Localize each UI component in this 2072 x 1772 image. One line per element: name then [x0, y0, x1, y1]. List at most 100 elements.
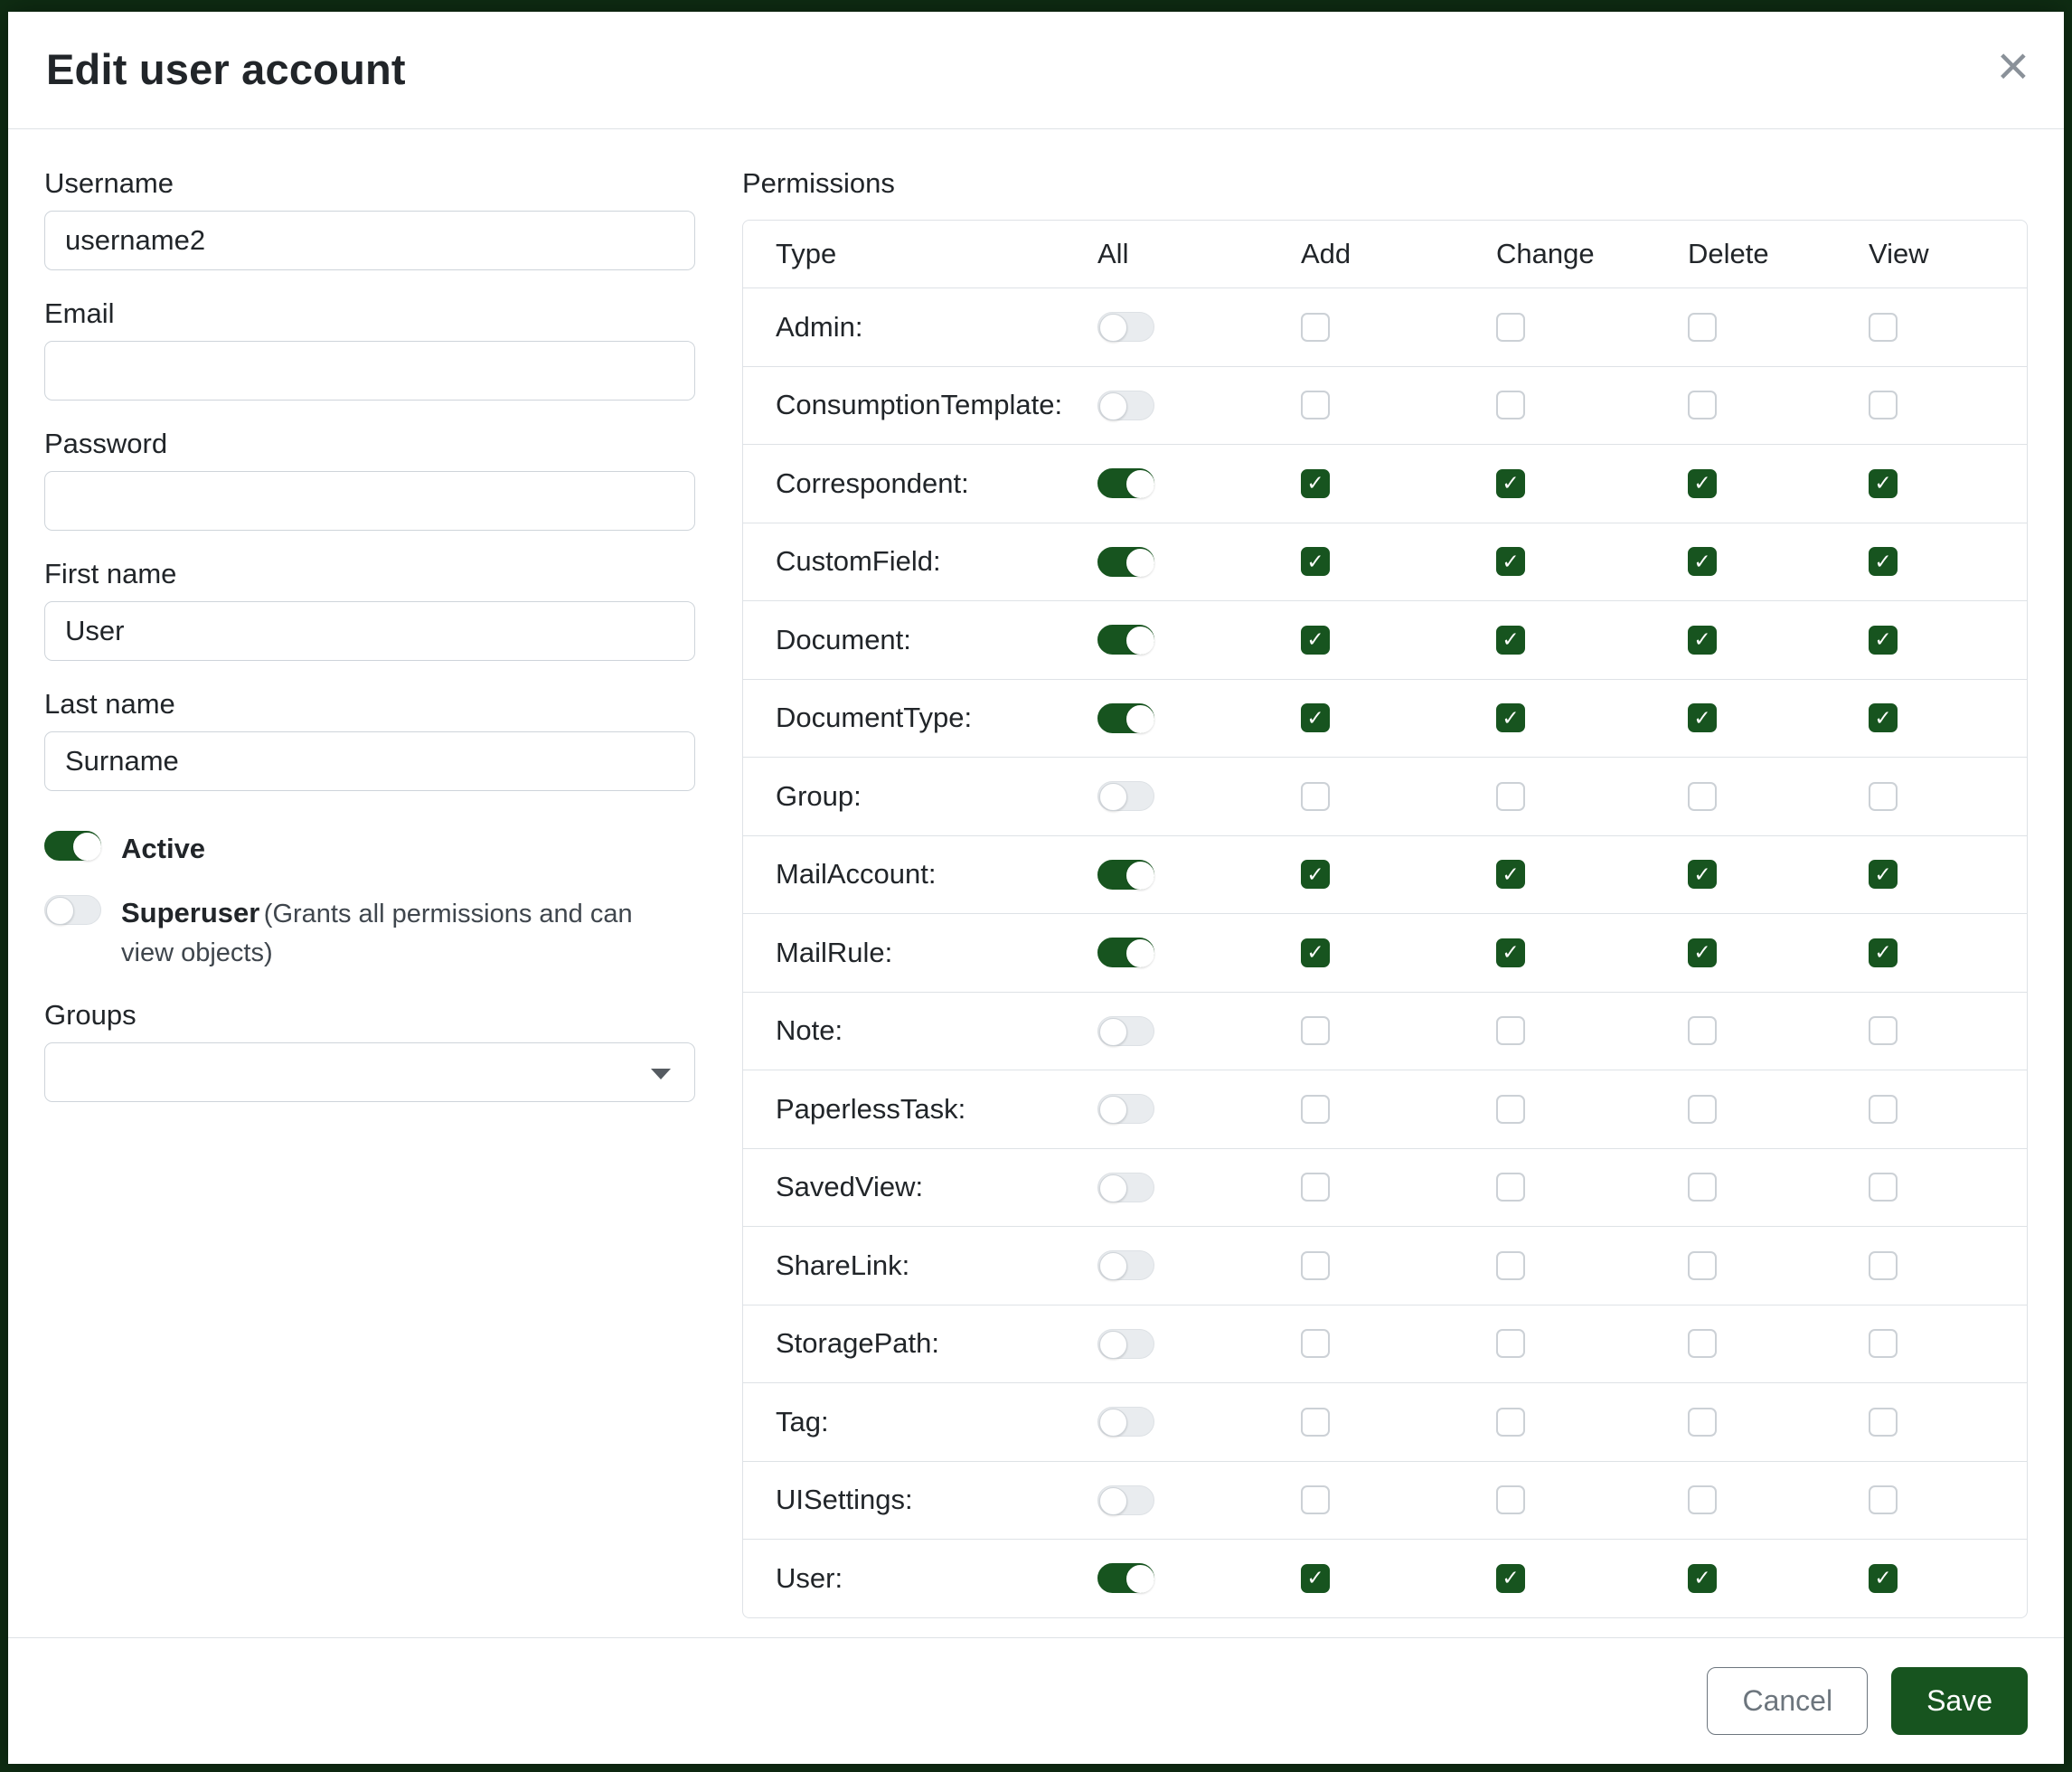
cancel-button[interactable]: Cancel	[1707, 1667, 1868, 1735]
permission-delete-checkbox[interactable]	[1688, 782, 1717, 811]
permission-delete-checkbox[interactable]	[1688, 1408, 1717, 1437]
permission-change-checkbox[interactable]	[1496, 1095, 1525, 1124]
permission-change-checkbox[interactable]: ✓	[1496, 860, 1525, 889]
permission-all-toggle[interactable]	[1097, 1407, 1154, 1437]
modal-title: Edit user account	[46, 44, 2026, 94]
permission-add-checkbox[interactable]: ✓	[1301, 938, 1330, 967]
permission-delete-checkbox[interactable]: ✓	[1688, 703, 1717, 732]
permission-change-checkbox[interactable]: ✓	[1496, 938, 1525, 967]
permission-view-checkbox[interactable]: ✓	[1869, 860, 1898, 889]
permission-add-checkbox[interactable]	[1301, 1016, 1330, 1045]
permission-all-toggle[interactable]	[1097, 312, 1154, 342]
permission-add-checkbox[interactable]	[1301, 1095, 1330, 1124]
permission-add-checkbox[interactable]	[1301, 782, 1330, 811]
permission-view-checkbox[interactable]: ✓	[1869, 547, 1898, 576]
permission-change-checkbox[interactable]: ✓	[1496, 547, 1525, 576]
permission-delete-checkbox[interactable]: ✓	[1688, 626, 1717, 655]
permission-all-toggle[interactable]	[1097, 703, 1154, 733]
permission-add-checkbox[interactable]: ✓	[1301, 626, 1330, 655]
permission-view-checkbox[interactable]	[1869, 1095, 1898, 1124]
permission-change-checkbox[interactable]: ✓	[1496, 469, 1525, 498]
permission-add-checkbox[interactable]	[1301, 1173, 1330, 1202]
superuser-toggle[interactable]	[44, 895, 101, 925]
permission-change-checkbox[interactable]	[1496, 1485, 1525, 1514]
email-input[interactable]	[44, 341, 695, 401]
permission-add-checkbox[interactable]	[1301, 391, 1330, 419]
permission-all-toggle[interactable]	[1097, 1016, 1154, 1046]
permission-all-toggle[interactable]	[1097, 1094, 1154, 1124]
first-name-input[interactable]	[44, 601, 695, 661]
permission-view-checkbox[interactable]	[1869, 782, 1898, 811]
permission-all-toggle[interactable]	[1097, 1173, 1154, 1202]
permission-add-checkbox[interactable]: ✓	[1301, 469, 1330, 498]
permission-delete-checkbox[interactable]: ✓	[1688, 1564, 1717, 1593]
permission-view-checkbox[interactable]: ✓	[1869, 626, 1898, 655]
permission-all-toggle[interactable]	[1097, 391, 1154, 420]
permission-all-toggle[interactable]	[1097, 860, 1154, 890]
permission-delete-checkbox[interactable]	[1688, 1173, 1717, 1202]
permission-add-checkbox[interactable]	[1301, 1329, 1330, 1358]
permission-add-checkbox[interactable]: ✓	[1301, 547, 1330, 576]
permission-add-checkbox[interactable]	[1301, 1408, 1330, 1437]
last-name-label: Last name	[44, 688, 695, 721]
permission-row: CustomField:✓✓✓✓	[743, 523, 2027, 601]
close-icon[interactable]: ×	[1997, 39, 2030, 95]
permission-change-checkbox[interactable]	[1496, 391, 1525, 419]
permission-change-checkbox[interactable]	[1496, 1016, 1525, 1045]
permission-all-toggle[interactable]	[1097, 1563, 1154, 1593]
permission-delete-checkbox[interactable]	[1688, 1251, 1717, 1280]
permission-change-checkbox[interactable]	[1496, 1173, 1525, 1202]
permission-add-checkbox[interactable]: ✓	[1301, 860, 1330, 889]
permission-view-checkbox[interactable]	[1869, 1173, 1898, 1202]
permission-change-checkbox[interactable]	[1496, 1408, 1525, 1437]
permission-all-toggle[interactable]	[1097, 1485, 1154, 1515]
permission-delete-checkbox[interactable]	[1688, 391, 1717, 419]
save-button[interactable]: Save	[1891, 1667, 2028, 1735]
permission-delete-checkbox[interactable]	[1688, 1095, 1717, 1124]
permission-view-checkbox[interactable]	[1869, 313, 1898, 342]
permission-all-toggle[interactable]	[1097, 781, 1154, 811]
permission-change-checkbox[interactable]: ✓	[1496, 703, 1525, 732]
permission-add-checkbox[interactable]: ✓	[1301, 703, 1330, 732]
permission-delete-checkbox[interactable]: ✓	[1688, 547, 1717, 576]
permission-all-toggle[interactable]	[1097, 1329, 1154, 1359]
permission-type-label: MailRule:	[743, 937, 1097, 969]
permission-add-checkbox[interactable]	[1301, 313, 1330, 342]
permission-change-checkbox[interactable]: ✓	[1496, 626, 1525, 655]
permission-change-checkbox[interactable]	[1496, 313, 1525, 342]
permission-view-checkbox[interactable]: ✓	[1869, 938, 1898, 967]
permission-delete-checkbox[interactable]: ✓	[1688, 860, 1717, 889]
permission-change-checkbox[interactable]	[1496, 1251, 1525, 1280]
permission-view-checkbox[interactable]	[1869, 1329, 1898, 1358]
active-toggle[interactable]	[44, 831, 101, 861]
permission-delete-checkbox[interactable]	[1688, 1485, 1717, 1514]
permission-add-checkbox[interactable]: ✓	[1301, 1564, 1330, 1593]
permission-view-checkbox[interactable]	[1869, 1408, 1898, 1437]
permission-all-toggle[interactable]	[1097, 1250, 1154, 1280]
permission-all-toggle[interactable]	[1097, 468, 1154, 498]
username-input[interactable]	[44, 211, 695, 270]
permission-view-checkbox[interactable]: ✓	[1869, 469, 1898, 498]
groups-select[interactable]	[44, 1042, 695, 1102]
permission-delete-checkbox[interactable]: ✓	[1688, 469, 1717, 498]
permission-delete-checkbox[interactable]	[1688, 1016, 1717, 1045]
permission-all-toggle[interactable]	[1097, 625, 1154, 655]
permission-view-checkbox[interactable]	[1869, 391, 1898, 419]
permission-view-checkbox[interactable]	[1869, 1016, 1898, 1045]
permission-delete-checkbox[interactable]	[1688, 1329, 1717, 1358]
permission-view-checkbox[interactable]: ✓	[1869, 703, 1898, 732]
permission-view-checkbox[interactable]: ✓	[1869, 1564, 1898, 1593]
permission-change-checkbox[interactable]	[1496, 782, 1525, 811]
permission-all-toggle[interactable]	[1097, 938, 1154, 967]
password-input[interactable]	[44, 471, 695, 531]
permission-delete-checkbox[interactable]: ✓	[1688, 938, 1717, 967]
permission-change-checkbox[interactable]	[1496, 1329, 1525, 1358]
permission-change-checkbox[interactable]: ✓	[1496, 1564, 1525, 1593]
permission-add-checkbox[interactable]	[1301, 1251, 1330, 1280]
permission-add-checkbox[interactable]	[1301, 1485, 1330, 1514]
permission-all-toggle[interactable]	[1097, 547, 1154, 577]
permission-delete-checkbox[interactable]	[1688, 313, 1717, 342]
last-name-input[interactable]	[44, 731, 695, 791]
permission-view-checkbox[interactable]	[1869, 1485, 1898, 1514]
permission-view-checkbox[interactable]	[1869, 1251, 1898, 1280]
